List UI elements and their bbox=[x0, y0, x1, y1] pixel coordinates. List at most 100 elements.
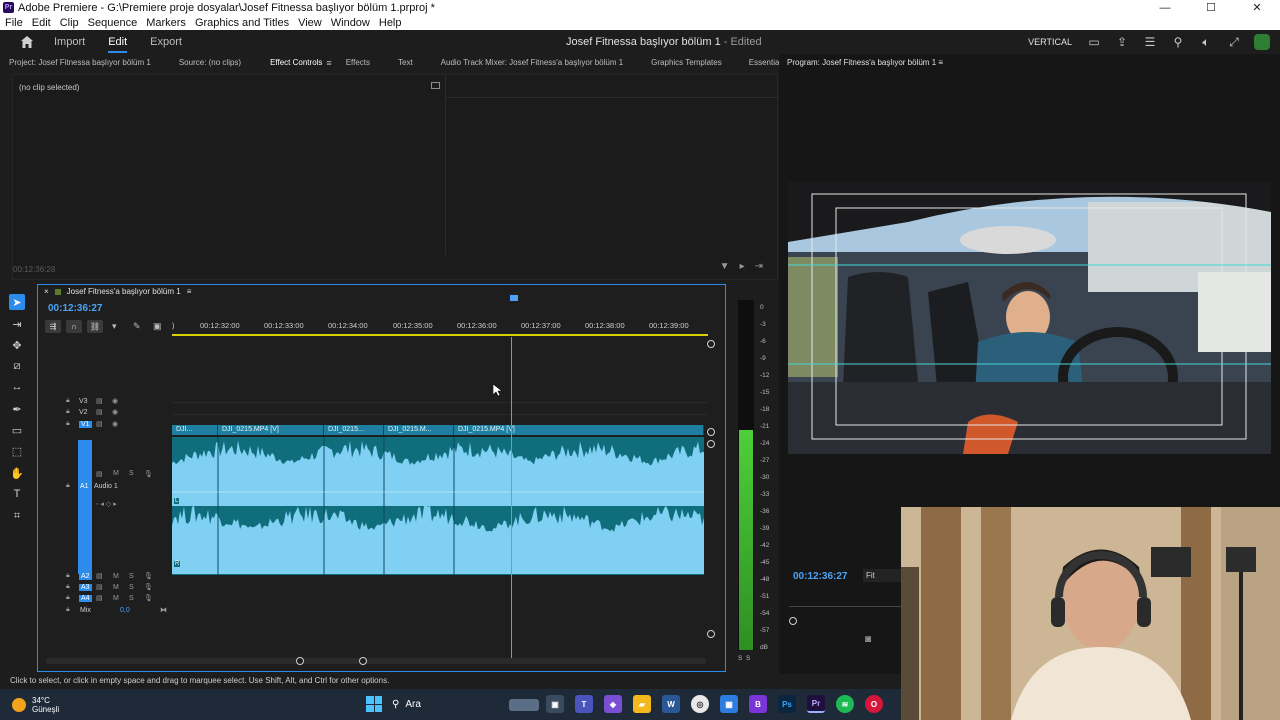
track-name[interactable]: A3 bbox=[79, 583, 92, 591]
horizontal-scrollbar[interactable] bbox=[46, 657, 706, 665]
export-icon[interactable]: ⇥ bbox=[755, 261, 763, 272]
menu-graphics-and-titles[interactable]: Graphics and Titles bbox=[190, 17, 293, 29]
microphone-icon[interactable]: 🎙︎ bbox=[144, 470, 153, 478]
hand-tool-icon[interactable]: ✋ bbox=[9, 465, 25, 481]
linked-selection-button[interactable]: ⛓ bbox=[87, 320, 103, 333]
panel-menu-icon[interactable]: ≡ bbox=[326, 58, 331, 68]
lock-icon[interactable]: 🔒︎ bbox=[66, 606, 70, 614]
lock-icon[interactable]: 🔒︎ bbox=[66, 594, 70, 602]
search-icon[interactable]: ⚲ bbox=[1171, 35, 1185, 49]
minimize-button[interactable]: — bbox=[1142, 0, 1188, 15]
solo-toggle[interactable]: S bbox=[129, 584, 134, 591]
microphone-icon[interactable]: 🎙︎ bbox=[144, 583, 153, 591]
premiere-icon[interactable]: Pr bbox=[807, 695, 825, 713]
mute-toggle[interactable]: M bbox=[113, 573, 119, 580]
sync-lock-icon[interactable]: ▤ bbox=[96, 408, 103, 416]
track-name[interactable]: A1 bbox=[80, 483, 89, 490]
chrome-icon[interactable]: ◎ bbox=[691, 695, 709, 713]
sync-lock-icon[interactable]: ▤ bbox=[96, 583, 103, 591]
file-explorer-icon[interactable]: ▰ bbox=[633, 695, 651, 713]
lock-icon[interactable]: 🔒︎ bbox=[66, 482, 70, 490]
solo-toggle[interactable]: S bbox=[129, 595, 134, 602]
pen-tool-icon[interactable]: ✒ bbox=[9, 401, 25, 417]
meter-solo-left[interactable]: S bbox=[738, 655, 742, 662]
menu-markers[interactable]: Markers bbox=[141, 17, 190, 29]
sync-lock-icon[interactable]: ▤ bbox=[96, 397, 103, 405]
menu-view[interactable]: View bbox=[293, 17, 326, 29]
program-panel-menu-icon[interactable]: ≡ bbox=[938, 58, 943, 67]
sequence-tab[interactable]: × Josef Fitness'a başlıyor bölüm 1 ≡ bbox=[44, 287, 191, 296]
rectangle-tool-icon[interactable]: ▭ bbox=[9, 422, 25, 438]
program-scrubber[interactable] bbox=[789, 606, 909, 607]
tab-audio-track-mixer[interactable]: Audio Track Mixer: Josef Fitness'a başlı… bbox=[441, 58, 624, 67]
tab-effect-controls[interactable]: Effect Controls bbox=[270, 58, 322, 67]
word-icon[interactable]: W bbox=[662, 695, 680, 713]
razor-tool-icon[interactable]: ⧄ bbox=[9, 358, 25, 374]
teams-icon[interactable]: T bbox=[575, 695, 593, 713]
workspace-export[interactable]: Export bbox=[150, 36, 182, 48]
menu-edit[interactable]: Edit bbox=[27, 17, 55, 29]
tab-project[interactable]: Project: Josef Fitnessa başlıyor bölüm 1 bbox=[9, 58, 151, 67]
toggle-timeline-view-icon[interactable] bbox=[431, 82, 440, 89]
solo-toggle[interactable]: S bbox=[129, 470, 134, 477]
menu-file[interactable]: File bbox=[0, 17, 27, 29]
track-name[interactable]: A2 bbox=[79, 572, 92, 580]
track-select-tool-icon[interactable]: ⇥ bbox=[9, 316, 25, 332]
insert-nest-button[interactable]: ⇶ bbox=[45, 320, 61, 333]
wrench-icon[interactable]: ✎ bbox=[133, 321, 141, 332]
mix-expand-icon[interactable]: ⧓ bbox=[160, 606, 167, 614]
mute-toggle[interactable]: M bbox=[113, 470, 119, 477]
tab-graphics-templates[interactable]: Graphics Templates bbox=[651, 58, 722, 67]
program-timecode[interactable]: 00:12:36:27 bbox=[793, 571, 847, 582]
volume-icon[interactable]: 🔈︎ bbox=[1199, 35, 1213, 49]
lock-icon[interactable]: 🔒︎ bbox=[66, 583, 70, 591]
maximize-button[interactable]: ☐ bbox=[1188, 0, 1234, 15]
menu-sequence[interactable]: Sequence bbox=[83, 17, 142, 29]
video-clip[interactable]: DJI_0215.MP4 [V] bbox=[218, 425, 324, 435]
solo-toggle[interactable]: S bbox=[129, 573, 134, 580]
sync-lock-icon[interactable]: ▤ bbox=[96, 572, 103, 580]
playhead-line[interactable] bbox=[511, 337, 512, 659]
menu-clip[interactable]: Clip bbox=[55, 17, 83, 29]
scroll-handle-start[interactable] bbox=[296, 657, 304, 665]
play-audio-icon[interactable]: ▸ bbox=[740, 261, 745, 272]
close-button[interactable]: ✕ bbox=[1234, 0, 1280, 15]
lock-icon[interactable]: 🔒︎ bbox=[66, 397, 70, 405]
timeline-clips-area[interactable]: DJI... DJI_0215.MP4 [V] DJI_0215... DJI_… bbox=[172, 285, 708, 673]
tab-effects[interactable]: Effects bbox=[346, 58, 370, 67]
task-view-icon[interactable]: ▣ bbox=[546, 695, 564, 713]
camera-icon[interactable]: ◙ bbox=[865, 634, 871, 645]
home-icon[interactable] bbox=[20, 35, 34, 49]
track-name[interactable]: A4 bbox=[79, 594, 92, 602]
queue-icon[interactable]: ☰ bbox=[1143, 35, 1157, 49]
keyframe-nav-icon[interactable]: ◦ ◂ ◇ ▸ bbox=[96, 500, 117, 508]
eye-icon[interactable]: ◉ bbox=[112, 397, 118, 405]
mute-toggle[interactable]: M bbox=[113, 584, 119, 591]
add-marker-icon[interactable]: ▾ bbox=[112, 321, 117, 332]
vscroll-handle-mid[interactable] bbox=[707, 428, 715, 436]
lock-icon[interactable]: 🔒︎ bbox=[66, 408, 70, 416]
a1-source-patch[interactable] bbox=[78, 440, 92, 574]
video-clip[interactable]: DJI... bbox=[172, 425, 218, 435]
track-name[interactable]: V1 bbox=[79, 420, 92, 428]
captions-tool-icon[interactable]: ⌗ bbox=[9, 508, 25, 524]
timeline-timecode[interactable]: 00:12:36:27 bbox=[48, 303, 102, 314]
fullscreen-icon[interactable]: ⤢ bbox=[1227, 35, 1241, 49]
vscroll-handle-top[interactable] bbox=[707, 340, 715, 348]
snap-button[interactable]: ∩ bbox=[66, 320, 82, 333]
slip-tool-icon[interactable]: ↔ bbox=[9, 379, 25, 395]
video-clip[interactable]: DJI_0215.MP4 [V] bbox=[454, 425, 704, 435]
weather-widget[interactable]: 34°C Güneşli bbox=[12, 696, 59, 714]
captions-icon[interactable]: ▣ bbox=[153, 321, 162, 332]
mute-toggle[interactable]: M bbox=[113, 595, 119, 602]
selection-tool-icon[interactable]: ➤ bbox=[9, 294, 25, 310]
tab-source[interactable]: Source: (no clips) bbox=[179, 58, 241, 67]
vscroll-handle-bottom[interactable] bbox=[707, 630, 715, 638]
meter-solo-right[interactable]: S bbox=[746, 655, 750, 662]
scroll-handle-end[interactable] bbox=[359, 657, 367, 665]
close-sequence-icon[interactable]: × bbox=[44, 287, 49, 296]
start-button[interactable] bbox=[366, 696, 382, 712]
tab-text[interactable]: Text bbox=[398, 58, 413, 67]
motion-tool-icon[interactable]: ⬚ bbox=[9, 443, 25, 459]
eye-icon[interactable]: ◉ bbox=[112, 420, 118, 428]
